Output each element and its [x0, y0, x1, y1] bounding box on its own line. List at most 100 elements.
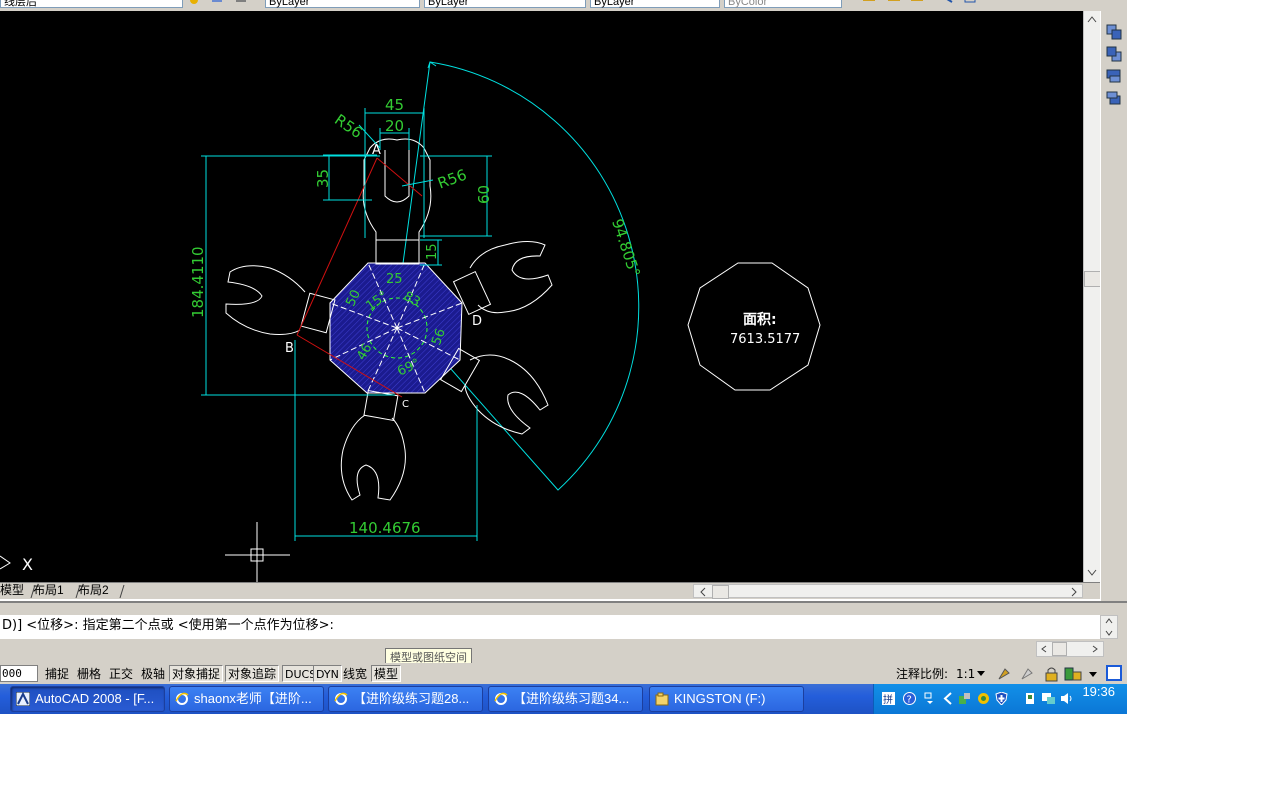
autocad-icon [16, 692, 30, 706]
ruler-icon-3[interactable] [910, 0, 924, 8]
horizontal-scroll-thumb[interactable] [712, 585, 729, 599]
ruler-icon-2[interactable] [887, 0, 901, 8]
task-browser-2[interactable]: 【进阶级练习题28... [328, 686, 483, 712]
grid-toggle[interactable]: 栅格 [74, 665, 104, 682]
dyn-toggle[interactable]: DYN [313, 665, 342, 682]
osnap-toggle[interactable]: 对象捕捉 [169, 665, 224, 682]
drawing-canvas[interactable]: 45 20 R56 R56 35 60 15 25 50 15° 83 56 4… [0, 11, 1083, 582]
draw-order-below-icon[interactable] [1106, 90, 1122, 106]
svg-text:X: X [22, 555, 33, 574]
task-autocad[interactable]: AutoCAD 2008 - [F... [10, 686, 165, 712]
scroll-left-icon[interactable] [699, 587, 707, 597]
point-a-label: A [372, 143, 381, 158]
ucs-icon: X [0, 555, 33, 574]
wrench-left [225, 265, 336, 335]
cmd-scroll-right-icon[interactable] [1091, 645, 1099, 653]
status-menu-chevron-icon[interactable] [1089, 672, 1099, 678]
toolbar-lock-icon[interactable] [1064, 666, 1082, 682]
command-scrollbar[interactable] [1100, 615, 1118, 639]
ime-icon[interactable]: 拼 [882, 692, 895, 705]
lock-icon[interactable] [1044, 666, 1060, 682]
wrench-right-top [452, 241, 553, 316]
draw-order-front-icon[interactable] [1106, 24, 1122, 40]
status-bar: 000 捕捉 栅格 正交 极轴 对象捕捉 对象追踪 DUCS DYN 线宽 模型… [0, 663, 1127, 684]
cmd-scroll-down-icon[interactable] [1105, 630, 1113, 636]
ie-icon [175, 692, 189, 705]
ruler-icon[interactable] [862, 0, 876, 8]
dim-height: 184.4110 [189, 246, 207, 318]
wrench-bottom [340, 389, 406, 501]
layer-previous-icon[interactable] [210, 0, 224, 8]
snap-toggle[interactable]: 捕捉 [42, 665, 72, 682]
annotation-scale-label: 注释比例: [896, 667, 949, 681]
network-icon[interactable] [958, 692, 971, 705]
clock[interactable]: 19:36 [1082, 684, 1115, 699]
horizontal-scrollbar[interactable] [693, 584, 1083, 599]
auto-scale-icon[interactable] [1020, 667, 1034, 681]
tab-model[interactable]: 模型 [0, 583, 24, 598]
color-dropdown[interactable]: ByLayer [265, 0, 420, 8]
command-hscrollbar[interactable] [1036, 641, 1104, 657]
scroll-down-icon[interactable] [1087, 568, 1097, 576]
point-c-label: C [402, 399, 409, 410]
crosshair-cursor [225, 522, 290, 582]
point-b-label: B [285, 341, 294, 356]
linetype-dropdown[interactable]: ByLayer [424, 0, 586, 8]
coordinate-readout: 000 [0, 665, 38, 682]
arrow-icon[interactable] [940, 0, 954, 8]
task-explorer[interactable]: KINGSTON (F:) [649, 686, 804, 712]
cmd-scroll-up-icon[interactable] [1105, 618, 1113, 624]
layer-freeze-icon[interactable] [234, 0, 248, 8]
ie-icon [494, 692, 508, 705]
language-bar-icon[interactable] [923, 692, 936, 705]
vertical-scrollbar[interactable] [1083, 11, 1101, 582]
system-tray: 拼 ? 19:36 [873, 684, 1127, 714]
annotation-visibility-icon[interactable] [997, 667, 1011, 681]
ortho-toggle[interactable]: 正交 [106, 665, 136, 682]
plotstyle-dropdown[interactable]: ByColor [724, 0, 842, 8]
clean-screen-icon[interactable] [1106, 665, 1122, 681]
security-shield-icon[interactable] [995, 692, 1008, 705]
messenger-icon[interactable] [977, 692, 990, 705]
right-toolbar [1100, 11, 1127, 601]
lineweight-dropdown[interactable]: ByLayer [590, 0, 720, 8]
display-icon[interactable] [1042, 692, 1055, 705]
layout-tab-bar: 模型 布局1 布局2 [0, 582, 1100, 599]
help-icon[interactable]: ? [903, 692, 916, 705]
layer-dropdown[interactable]: 线层后 [0, 0, 183, 8]
polar-toggle[interactable]: 极轴 [138, 665, 168, 682]
usb-device-icon[interactable] [1024, 692, 1037, 705]
command-window: D)] <位移>: 指定第二个点或 <使用第一个点作为位移>: 模型或图纸空间 [0, 601, 1127, 668]
task-label: shaonx老师【进阶... [194, 691, 312, 706]
dim-60: 60 [475, 185, 493, 204]
dim-angle-sector: 94.805° [608, 217, 644, 280]
dim-45: 45 [385, 96, 404, 114]
drawing-svg[interactable]: 45 20 R56 R56 35 60 15 25 50 15° 83 56 4… [0, 11, 1083, 582]
cmd-scroll-left-icon[interactable] [1040, 645, 1048, 653]
lineweight-toggle[interactable]: 线宽 [340, 665, 370, 682]
task-browser-3[interactable]: 【进阶级练习题34... [488, 686, 643, 712]
task-label: 【进阶级练习题34... [513, 691, 630, 706]
model-toggle[interactable]: 模型 [371, 665, 402, 682]
task-browser-1[interactable]: shaonx老师【进阶... [169, 686, 324, 712]
draw-order-above-icon[interactable] [1106, 68, 1122, 84]
draw-order-back-icon[interactable] [1106, 46, 1122, 62]
vertical-scroll-thumb[interactable] [1084, 271, 1101, 287]
cmd-hscroll-thumb[interactable] [1052, 642, 1067, 656]
ie-icon [334, 692, 348, 705]
volume-icon[interactable] [1060, 692, 1073, 705]
chevron-down-icon[interactable] [977, 671, 985, 677]
tray-expand-icon[interactable] [942, 692, 955, 705]
dim-20: 20 [385, 117, 404, 135]
scroll-up-icon[interactable] [1087, 15, 1097, 23]
scroll-right-icon[interactable] [1070, 587, 1078, 597]
svg-text:?: ? [907, 695, 912, 706]
otrack-toggle[interactable]: 对象追踪 [225, 665, 280, 682]
dim-r56-left: R56 [331, 111, 366, 143]
zoom-icon[interactable] [963, 0, 977, 8]
command-line[interactable]: D)] <位移>: 指定第二个点或 <使用第一个点作为位移>: [0, 615, 1102, 639]
annotation-scale-value[interactable]: 1:1 [953, 665, 978, 682]
area-label: 面积: [743, 311, 777, 328]
layer-state-icon[interactable] [187, 0, 201, 8]
tab-separators [30, 584, 125, 598]
